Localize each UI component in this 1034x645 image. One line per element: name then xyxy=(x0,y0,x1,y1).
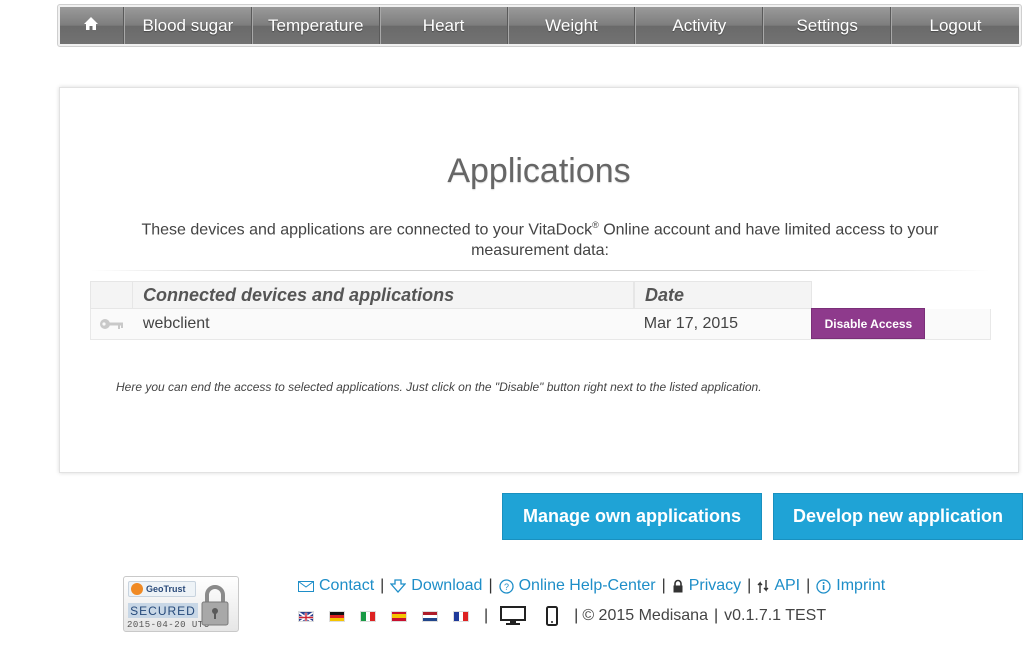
link-separator: | xyxy=(380,577,385,594)
header-date: Date xyxy=(634,281,812,309)
version: v0.1.7.1 TEST xyxy=(724,607,827,624)
description-text-before: These devices and applications are conne… xyxy=(141,221,593,239)
main-navigation: Blood sugar Temperature Heart Weight Act… xyxy=(57,4,1022,47)
nav-logout[interactable]: Logout xyxy=(891,7,1019,44)
nav-activity[interactable]: Activity xyxy=(635,7,764,44)
desktop-icon[interactable] xyxy=(500,606,527,626)
flag-en-icon[interactable] xyxy=(298,610,314,622)
api-icon xyxy=(757,579,769,594)
privacy-link[interactable]: Privacy xyxy=(672,577,741,595)
nav-bar: Blood sugar Temperature Heart Weight Act… xyxy=(60,7,1019,44)
divider xyxy=(90,270,990,271)
key-icon xyxy=(91,309,133,339)
flag-de-icon[interactable] xyxy=(329,610,345,622)
help-center-label: Online Help-Center xyxy=(518,577,656,594)
page-description: These devices and applications are conne… xyxy=(120,215,960,261)
api-label: API xyxy=(774,577,801,594)
applications-table: Connected devices and applications Date … xyxy=(90,281,991,340)
download-icon xyxy=(390,579,407,593)
flag-it-icon[interactable] xyxy=(360,610,376,622)
info-icon xyxy=(816,578,831,594)
copyright: © 2015 Medisana xyxy=(582,607,708,624)
link-separator: | xyxy=(574,607,579,624)
seal-secured-label: SECURED xyxy=(128,603,198,618)
home-icon xyxy=(83,16,99,36)
flag-nl-icon[interactable] xyxy=(422,610,438,622)
app-name: webclient xyxy=(142,315,210,332)
app-date: Mar 17, 2015 xyxy=(643,315,739,332)
mobile-icon[interactable] xyxy=(546,606,559,626)
lock-icon xyxy=(672,579,684,593)
footer-bottom-row: | | © 2015 Medisana | v0.1.7.1 TEST xyxy=(298,606,826,626)
seal-date: 2015-04-20 UTC xyxy=(127,620,210,630)
hint-text: Here you can end the access to selected … xyxy=(116,380,762,394)
applications-panel: Applications These devices and applicati… xyxy=(59,87,1019,473)
contact-label: Contact xyxy=(319,577,375,594)
table-header: Connected devices and applications Date xyxy=(90,281,991,309)
svg-text:?: ? xyxy=(504,582,509,592)
header-icon-cell xyxy=(90,281,132,309)
nav-settings[interactable]: Settings xyxy=(763,7,892,44)
seal-brand: GeoTrust xyxy=(128,581,196,597)
flag-es-icon[interactable] xyxy=(391,610,407,622)
manage-applications-button[interactable]: Manage own applications xyxy=(502,493,762,540)
padlock-icon xyxy=(200,583,230,627)
nav-home[interactable] xyxy=(60,7,124,44)
link-separator: | xyxy=(484,607,489,624)
nav-weight[interactable]: Weight xyxy=(507,7,636,44)
link-separator: | xyxy=(488,577,493,594)
header-name: Connected devices and applications xyxy=(132,281,634,309)
link-separator: | xyxy=(747,577,752,594)
imprint-label: Imprint xyxy=(836,577,886,594)
disable-access-button[interactable]: Disable Access xyxy=(811,308,926,339)
contact-link[interactable]: Contact xyxy=(298,577,374,595)
registered-mark: ® xyxy=(592,220,599,230)
imprint-link[interactable]: Imprint xyxy=(816,577,885,595)
link-separator: | xyxy=(713,607,719,624)
api-link[interactable]: API xyxy=(757,577,800,595)
page-title: Applications xyxy=(447,152,631,190)
flag-fr-icon[interactable] xyxy=(453,610,469,622)
geotrust-seal[interactable]: GeoTrust SECURED 2015-04-20 UTC xyxy=(123,576,239,632)
link-separator: | xyxy=(661,577,666,594)
table-row: webclient Mar 17, 2015 Disable Access xyxy=(90,308,991,340)
download-label: Download xyxy=(411,577,483,594)
nav-blood-sugar[interactable]: Blood sugar xyxy=(123,7,252,44)
help-icon: ? xyxy=(498,578,514,594)
footer-links: Contact | Download | ? Online Help-Cente… xyxy=(298,577,885,595)
develop-application-button[interactable]: Develop new application xyxy=(773,493,1023,540)
link-separator: | xyxy=(806,577,811,594)
nav-temperature[interactable]: Temperature xyxy=(251,7,380,44)
action-cell: Disable Access xyxy=(811,308,990,339)
mail-icon xyxy=(298,580,314,592)
seal-brand-text: GeoTrust xyxy=(146,584,186,594)
privacy-label: Privacy xyxy=(688,577,742,594)
help-center-link[interactable]: ? Online Help-Center xyxy=(498,577,656,595)
download-link[interactable]: Download xyxy=(390,577,482,595)
geotrust-logo-icon xyxy=(131,583,143,595)
nav-heart[interactable]: Heart xyxy=(379,7,508,44)
